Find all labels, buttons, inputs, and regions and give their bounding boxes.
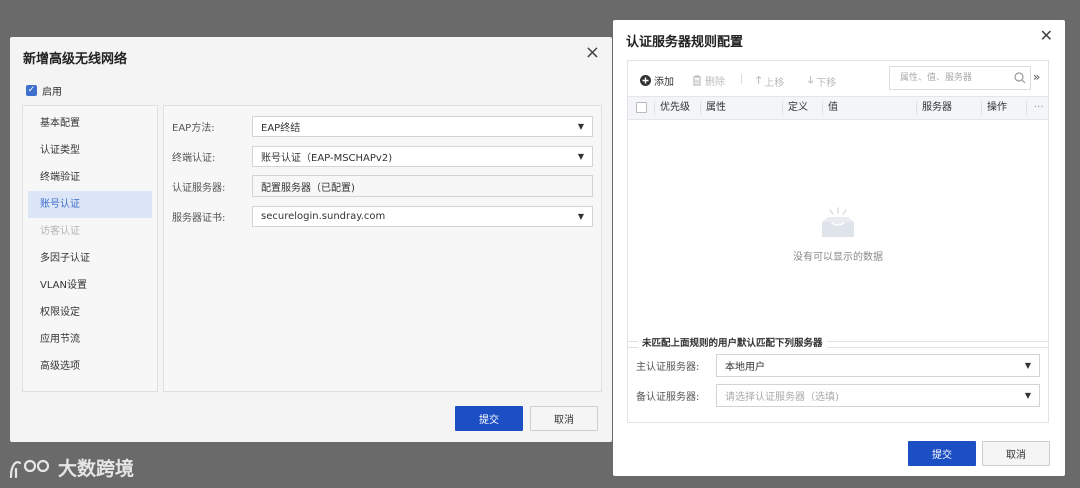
sidebar-item-auth-type[interactable]: 认证类型 <box>28 137 152 164</box>
empty-message: 没有可以显示的数据 <box>793 251 883 263</box>
watermark-text: 大数跨境 <box>58 458 135 480</box>
sidebar-item-guest-auth: 访客认证 <box>40 226 80 237</box>
auth-server-config-button[interactable]: 配置服务器（已配置) <box>252 175 593 197</box>
server-cert-row: 服务器证书: securelogin.sundray.com ▼ <box>172 206 593 227</box>
rules-toolbar: 添加 删除 🡑 上移 🡓 下移 属性、值、服务器 » <box>628 61 1048 97</box>
move-down-button[interactable]: 🡓 下移 <box>808 73 836 90</box>
auth-server-row: 认证服务器: 配置服务器（已配置) <box>172 175 593 197</box>
dialog-title: 新增高级无线网络 <box>23 52 128 67</box>
column-definition[interactable]: 定义 <box>783 97 808 119</box>
sidebar-item-account-auth[interactable]: 账号认证 <box>28 191 152 218</box>
checkbox-checked-icon[interactable]: ✓ <box>26 85 37 96</box>
column-value[interactable]: 值 <box>823 97 838 119</box>
empty-inbox-icon <box>822 206 854 237</box>
primary-server-value: 本地用户 <box>725 362 765 373</box>
server-cert-value: securelogin.sundray.com <box>261 211 386 222</box>
trash-icon <box>693 75 701 86</box>
move-down-label: 下移 <box>816 78 837 89</box>
terminal-auth-value: 账号认证（EAP-MSCHAPv2) <box>261 153 393 164</box>
modal-title: 认证服务器规则配置 <box>626 35 744 50</box>
rules-table-header: 优先级 属性 定义 值 服务器 操作 ··· <box>628 96 1048 120</box>
terminal-auth-row: 终端认证: 账号认证（EAP-MSCHAPv2) ▼ <box>172 146 593 167</box>
caret-down-icon: ▼ <box>577 122 584 131</box>
sidebar-item-permissions[interactable]: 权限设定 <box>28 299 152 326</box>
backup-server-row: 备认证服务器: 请选择认证服务器（选填) ▼ <box>636 384 1040 407</box>
settings-sidebar: 基本配置 认证类型 终端验证 账号认证 访客认证 多因子认证 VLAN设置 权限… <box>22 105 158 392</box>
add-button[interactable]: 添加 <box>640 73 674 88</box>
search-icon[interactable] <box>1014 72 1026 84</box>
column-attribute[interactable]: 属性 <box>701 97 726 119</box>
bg-submit-button[interactable]: 提交 <box>455 406 523 431</box>
sidebar-item-terminal-verify[interactable]: 终端验证 <box>28 164 152 191</box>
column-server[interactable]: 服务器 <box>917 97 952 119</box>
enable-label: 启用 <box>42 87 62 98</box>
caret-down-icon: ▼ <box>577 212 584 221</box>
terminal-auth-label: 终端认证: <box>172 153 216 164</box>
caret-down-icon: ▼ <box>1024 391 1031 400</box>
sidebar-item-advanced[interactable]: 高级选项 <box>28 353 152 380</box>
server-cert-label: 服务器证书: <box>172 213 226 224</box>
select-all-checkbox[interactable] <box>636 102 647 113</box>
empty-state: 没有可以显示的数据 <box>628 121 1048 347</box>
primary-server-row: 主认证服务器: 本地用户 ▼ <box>636 354 1040 377</box>
search-input[interactable] <box>898 72 1008 84</box>
column-priority[interactable]: 优先级 <box>655 97 690 119</box>
sidebar-item-vlan[interactable]: VLAN设置 <box>28 272 152 299</box>
enable-toggle[interactable]: ✓ 启用 <box>26 83 62 98</box>
cancel-button[interactable]: 取消 <box>982 441 1050 466</box>
delete-label: 删除 <box>705 77 725 88</box>
settings-content: EAP方法: EAP终结 ▼ 终端认证: 账号认证（EAP-MSCHAPv2) … <box>163 105 602 392</box>
move-up-button[interactable]: 🡑 上移 <box>756 73 784 90</box>
backup-server-label: 备认证服务器: <box>636 392 700 403</box>
sidebar-item-mfa[interactable]: 多因子认证 <box>28 245 152 272</box>
backup-server-select[interactable]: 请选择认证服务器（选填) ▼ <box>716 384 1040 407</box>
primary-server-select[interactable]: 本地用户 ▼ <box>716 354 1040 377</box>
backup-server-placeholder: 请选择认证服务器（选填) <box>725 392 839 403</box>
auth-server-label: 认证服务器: <box>172 182 226 194</box>
search-box <box>889 66 1031 90</box>
submit-button[interactable]: 提交 <box>908 441 976 466</box>
close-icon[interactable]: × <box>585 42 600 63</box>
arrow-down-icon: 🡓 <box>808 75 814 86</box>
delete-button[interactable]: 删除 <box>692 73 725 88</box>
move-up-label: 上移 <box>764 78 785 89</box>
sidebar-item-basic[interactable]: 基本配置 <box>28 110 152 137</box>
fallback-servers-group: 未匹配上面规则的用户默认匹配下列服务器 主认证服务器: 本地用户 ▼ 备认证服务… <box>627 335 1049 423</box>
column-divider <box>1026 101 1027 115</box>
eap-method-row: EAP方法: EAP终结 ▼ <box>172 116 593 137</box>
background-dialog: 新增高级无线网络 × ✓ 启用 基本配置 认证类型 终端验证 账号认证 访客认证… <box>10 37 612 442</box>
eap-method-value: EAP终结 <box>261 123 301 134</box>
eap-method-label: EAP方法: <box>172 123 215 134</box>
plus-circle-icon <box>640 75 651 86</box>
expand-more-icon[interactable]: » <box>1033 70 1040 84</box>
eap-method-select[interactable]: EAP终结 ▼ <box>252 116 593 137</box>
watermark: 大数跨境 <box>8 454 134 481</box>
arrow-up-icon: 🡑 <box>756 75 762 86</box>
bg-cancel-button[interactable]: 取消 <box>530 406 598 431</box>
column-action[interactable]: 操作 <box>982 97 1007 119</box>
add-label: 添加 <box>654 77 674 88</box>
sidebar-item-app-throttle[interactable]: 应用节流 <box>28 326 152 353</box>
auth-server-value: 配置服务器（已配置) <box>261 182 355 194</box>
rules-panel: 添加 删除 🡑 上移 🡓 下移 属性、值、服务器 » 优先级 属性 定义 值 服… <box>627 60 1049 348</box>
caret-down-icon: ▼ <box>577 152 584 161</box>
terminal-auth-select[interactable]: 账号认证（EAP-MSCHAPv2) ▼ <box>252 146 593 167</box>
close-icon[interactable]: ✕ <box>1040 26 1053 45</box>
column-menu-icon[interactable]: ··· <box>1029 97 1044 119</box>
fallback-legend: 未匹配上面规则的用户默认匹配下列服务器 <box>638 335 827 349</box>
primary-server-label: 主认证服务器: <box>636 362 700 373</box>
toolbar-divider <box>741 74 742 84</box>
watermark-logo-icon <box>9 459 50 478</box>
auth-rule-modal: 认证服务器规则配置 ✕ 添加 删除 🡑 上移 🡓 下移 属性、值、服务器 » 优… <box>613 20 1065 476</box>
server-cert-select[interactable]: securelogin.sundray.com ▼ <box>252 206 593 227</box>
caret-down-icon: ▼ <box>1024 361 1031 370</box>
